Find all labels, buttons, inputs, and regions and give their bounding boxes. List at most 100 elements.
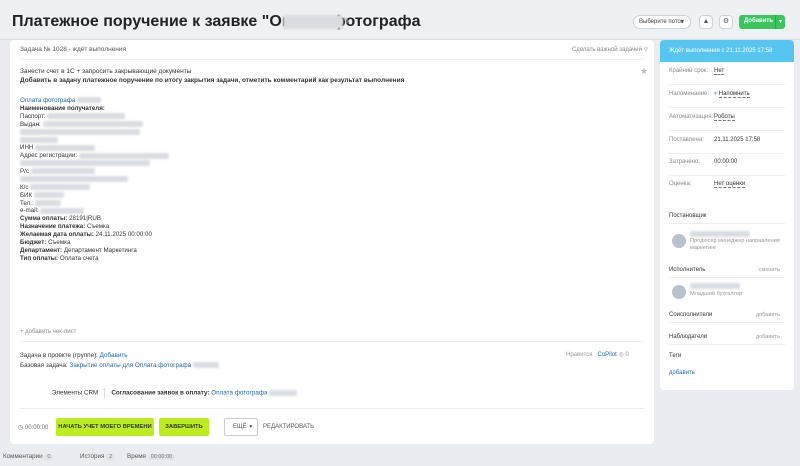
redacted (30, 168, 95, 175)
redacted (269, 390, 298, 396)
date-label: Желаемая дата оплаты: (20, 231, 94, 239)
chevron-down-icon[interactable]: ▼ (775, 15, 785, 29)
bell-icon[interactable]: ▲ (699, 15, 713, 29)
reminder-button[interactable]: ♦ Напомнить (714, 91, 750, 98)
chevron-down-icon: ▼ (248, 424, 254, 430)
divider (20, 341, 644, 342)
redacted (192, 362, 219, 369)
add-coexec-link[interactable]: добавить (756, 312, 780, 318)
automation-value[interactable]: Роботы (714, 114, 735, 121)
budget-label: Бюджет: (20, 239, 47, 247)
timer-value: 00:00:00 (24, 425, 49, 431)
base-task-label: Базовая задача: (20, 362, 68, 369)
crm-approval-label: Согласование заявок в оплату: (111, 389, 210, 397)
task-number-status: Задача № 1028 - ждёт выполнения (20, 46, 127, 53)
creator-name-redacted[interactable] (690, 231, 750, 237)
department-value: Департамент Маркетинга (63, 246, 137, 254)
project-info: Задача в проекте (группе): Добавить Базо… (20, 351, 219, 371)
divider (669, 344, 785, 345)
payment-details: Оплата фотографа Наименование получателя… (20, 97, 620, 263)
timer: ◷ 00:00:00 (18, 424, 48, 431)
page-header: Платежное поручение к заявке "Оплата фот… (0, 0, 800, 40)
tab-comments[interactable]: Комментарии 0 (3, 453, 54, 460)
details-link[interactable]: Оплата фотографа (20, 97, 75, 104)
tab-history-count: 2 (106, 454, 116, 460)
favorite-button[interactable]: Сделать важной задачей ⚲ (572, 46, 648, 53)
crm-label: Элементы CRM (52, 389, 99, 397)
tab-time[interactable]: Время 00:00:00 (127, 453, 176, 460)
tags-label: Теги (669, 353, 682, 359)
paytype-value: Оплата счета (59, 254, 99, 262)
rating-row: Оценка: Нет оценки (669, 181, 746, 188)
tab-history[interactable]: История 2 (80, 453, 116, 460)
purpose-label: Назначение платежа: (20, 223, 86, 231)
spent-row: Затрачено: 00:00:00 (669, 159, 737, 165)
avatar[interactable] (672, 285, 686, 299)
title-redacted (283, 15, 343, 29)
more-button[interactable]: ЕЩЁ ▼ (224, 418, 258, 436)
rating-label: Оценка: (669, 181, 692, 187)
redacted (35, 144, 96, 151)
add-tag-link[interactable]: добавить (669, 370, 695, 376)
redacted (20, 128, 140, 135)
base-task-link[interactable]: Закрытие оплаты для Оплата фотографа (70, 362, 192, 369)
redacted (33, 192, 64, 199)
spent-label: Затрачено: (669, 159, 700, 165)
avatar[interactable] (672, 234, 686, 248)
deadline-label: Крайний срок: (669, 68, 709, 74)
issued-label: Выдан: (20, 120, 41, 128)
group-label: Задача в проекте (группе): (20, 352, 98, 359)
clock-icon: ◷ (18, 425, 24, 431)
created-label: Поставлена: (669, 137, 704, 143)
crm-elements: Элементы CRM Согласование заявок в оплату… (52, 388, 298, 398)
tel-label: Тел.: (20, 199, 34, 207)
redacted (78, 152, 169, 159)
reminder-row: Напоминание: ♦ Напомнить (669, 91, 750, 98)
favorite-label: Сделать важной задачей (571, 47, 642, 53)
page-title: Платежное поручение к заявке "Оплата фот… (12, 13, 421, 30)
start-time-button[interactable]: НАЧАТЬ УЧЕТ МОЕГО ВРЕМЕНИ (56, 418, 154, 436)
redacted (40, 207, 85, 214)
desc-line: Добавить в задачу платежное поручение по… (20, 76, 405, 84)
budget-value: Съемка (48, 239, 71, 247)
tab-comments-count: 0 (44, 454, 54, 460)
add-button-label: Добавить (744, 18, 774, 24)
assignee-role: Младший бухгалтер (690, 291, 743, 297)
gear-icon[interactable]: ⚙ (719, 15, 733, 29)
deadline-row: Крайний срок: Нет (669, 68, 725, 75)
divider (669, 175, 785, 176)
add-observer-link[interactable]: добавить (756, 334, 780, 340)
redacted (42, 121, 143, 128)
task-description: Занести счет в 1С + запросить закрывающи… (20, 68, 620, 85)
divider (669, 322, 785, 323)
rating-value[interactable]: Нет оценки (714, 181, 746, 188)
add-button[interactable]: Добавить ▼ (739, 15, 785, 29)
status-badge: Ждёт выполнения с 21.11.2025 17:58 (660, 40, 794, 62)
pin-icon: ⚲ (643, 47, 648, 53)
bell-icon: ♦ (714, 91, 718, 97)
pencil-icon[interactable]: ✎ (343, 16, 351, 27)
flow-select-label: Выберите поток (639, 19, 684, 25)
star-icon[interactable]: ★ (640, 66, 648, 77)
finish-button[interactable]: ЗАВЕРШИТЬ (159, 418, 209, 436)
assignee-name-redacted[interactable] (690, 283, 740, 289)
copilot-button[interactable]: CoPilot (598, 352, 617, 358)
deadline-value[interactable]: Нет (714, 68, 725, 75)
edit-button[interactable]: РЕДАКТИРОВАТЬ (263, 424, 314, 430)
redacted (20, 136, 58, 143)
divider (669, 223, 785, 224)
address-label: Адрес регистрации: (20, 152, 78, 160)
task-reactions: Нравится CoPilot ◎ 0 (566, 351, 629, 358)
divider (669, 277, 785, 278)
group-add-link[interactable]: Добавить (100, 352, 128, 359)
change-assignee-link[interactable]: сменить (759, 267, 780, 273)
bik-label: БИК (20, 191, 33, 199)
spent-value: 00:00:00 (714, 159, 738, 165)
divider (20, 59, 644, 60)
eye-icon: ◎ (618, 352, 624, 358)
flow-select[interactable]: Выберите поток ▼ (633, 15, 691, 29)
email-label: e-mail: (20, 207, 39, 215)
crm-approval-link[interactable]: Оплата фотографа (211, 390, 267, 397)
add-checklist-link[interactable]: + добавить чек-лист (20, 329, 76, 335)
like-button[interactable]: Нравится (566, 352, 592, 358)
